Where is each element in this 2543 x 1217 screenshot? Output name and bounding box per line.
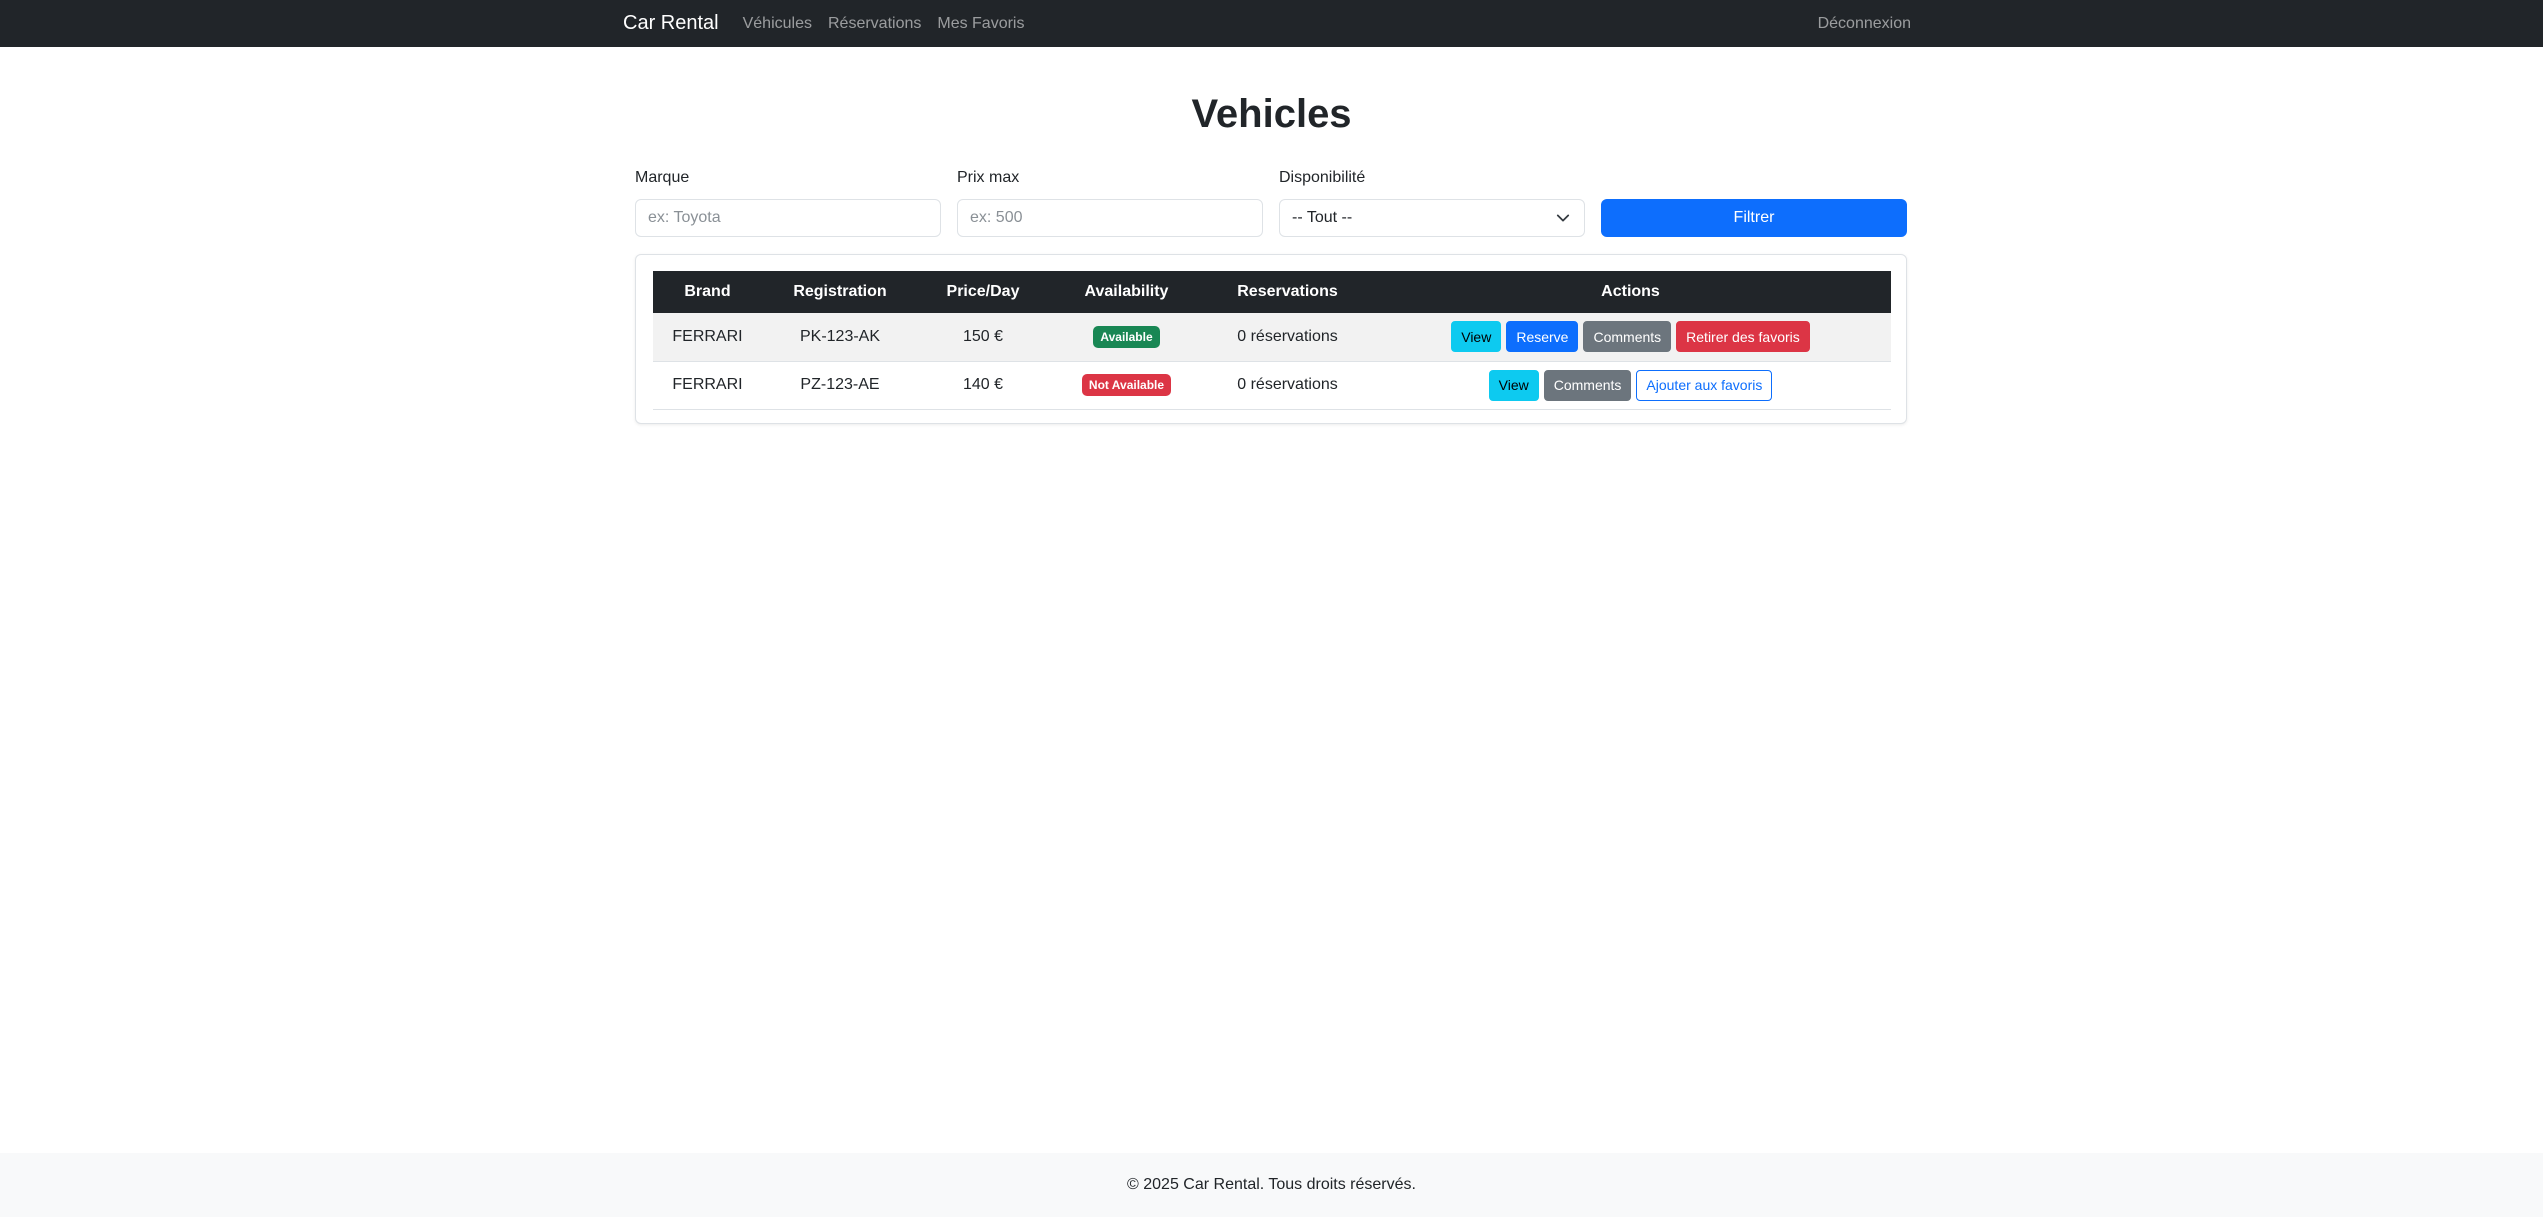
- availability-filter-group: Disponibilité -- Tout --: [1279, 168, 1585, 237]
- filter-button[interactable]: Filtrer: [1601, 199, 1907, 237]
- cell-brand: FERRARI: [653, 313, 762, 362]
- footer-copyright: © 2025 Car Rental. Tous droits réservés.: [1127, 1176, 1416, 1193]
- max-price-input[interactable]: [957, 199, 1263, 237]
- cell-actions: View Reserve Comments Retirer des favori…: [1370, 313, 1891, 362]
- header-actions: Actions: [1370, 271, 1891, 313]
- status-badge: Available: [1093, 325, 1160, 348]
- cell-registration: PK-123-AK: [762, 313, 918, 362]
- nav-link-reservations[interactable]: Réservations: [828, 15, 921, 33]
- availability-select-value: -- Tout --: [1292, 209, 1353, 226]
- add-favorite-button[interactable]: Ajouter aux favoris: [1636, 369, 1773, 401]
- view-button[interactable]: View: [1451, 321, 1502, 353]
- nav-link-favoris[interactable]: Mes Favoris: [937, 15, 1024, 33]
- table-row: FERRARI PK-123-AK 150 € Available 0 rése…: [653, 313, 1891, 362]
- page-title: Vehicles: [1191, 92, 1352, 136]
- filter-form: Marque Prix max Disponibilité -- Tout --…: [635, 168, 1907, 238]
- cell-brand: FERRARI: [653, 361, 762, 410]
- comments-button[interactable]: Comments: [1543, 369, 1632, 401]
- table-row: FERRARI PZ-123-AE 140 € Not Available 0 …: [653, 361, 1891, 410]
- price-filter-group: Prix max: [957, 168, 1263, 237]
- price-filter-label: Prix max: [957, 169, 1020, 186]
- cell-registration: PZ-123-AE: [762, 361, 918, 410]
- cell-price: 140 €: [918, 361, 1048, 410]
- header-brand: Brand: [653, 271, 762, 313]
- brand-filter-group: Marque: [635, 168, 941, 237]
- availability-select[interactable]: -- Tout --: [1279, 199, 1585, 237]
- header-price: Price/Day: [918, 271, 1048, 313]
- remove-favorite-button[interactable]: Retirer des favoris: [1676, 321, 1810, 353]
- cell-availability: Available: [1048, 313, 1205, 362]
- navbar-inner: Car Rental Véhicules Réservations Mes Fa…: [623, 0, 1911, 47]
- cell-reservations: 0 réservations: [1205, 313, 1370, 362]
- cell-reservations: 0 réservations: [1205, 361, 1370, 410]
- navbar: Car Rental Véhicules Réservations Mes Fa…: [0, 0, 2543, 47]
- vehicles-card: Brand Registration Price/Day Availabilit…: [635, 254, 1907, 424]
- reserve-button[interactable]: Reserve: [1506, 321, 1579, 353]
- brand-link[interactable]: Car Rental: [623, 12, 719, 35]
- chevron-down-icon: [1556, 214, 1570, 222]
- table-header-row: Brand Registration Price/Day Availabilit…: [653, 271, 1891, 313]
- brand-filter-label: Marque: [635, 169, 690, 186]
- cell-actions: View Comments Ajouter aux favoris: [1370, 361, 1891, 410]
- header-registration: Registration: [762, 271, 918, 313]
- logout-link[interactable]: Déconnexion: [1818, 15, 1911, 33]
- vehicles-table: Brand Registration Price/Day Availabilit…: [653, 271, 1891, 410]
- nav-link-vehicules[interactable]: Véhicules: [743, 15, 812, 33]
- cell-availability: Not Available: [1048, 361, 1205, 410]
- brand-filter-input[interactable]: [635, 199, 941, 237]
- header-reservations: Reservations: [1205, 271, 1370, 313]
- availability-filter-label: Disponibilité: [1279, 169, 1366, 186]
- view-button[interactable]: View: [1488, 369, 1539, 401]
- footer: © 2025 Car Rental. Tous droits réservés.: [0, 1153, 2543, 1217]
- status-badge: Not Available: [1081, 374, 1172, 396]
- comments-button[interactable]: Comments: [1583, 321, 1672, 353]
- cell-price: 150 €: [918, 313, 1048, 362]
- header-availability: Availability: [1048, 271, 1205, 313]
